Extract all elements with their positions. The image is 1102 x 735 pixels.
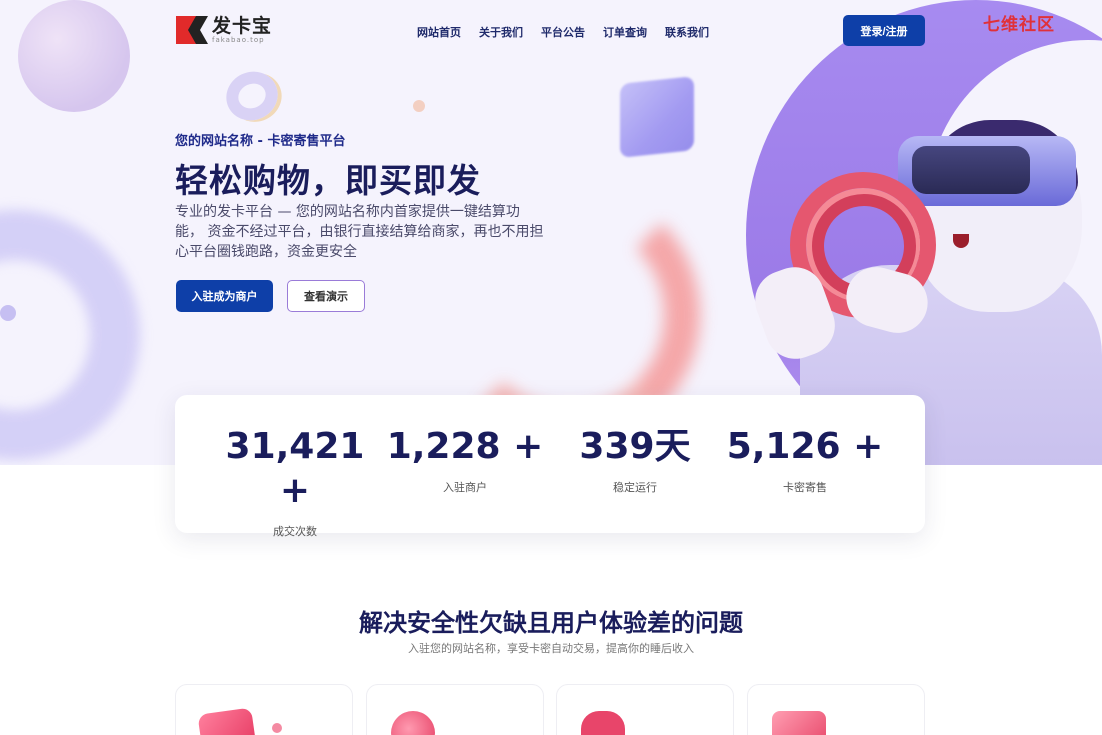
stat-value: 5,126 +	[726, 426, 884, 467]
site-logo[interactable]: 发卡宝 fakabao.top	[176, 14, 272, 46]
decor-dot-icon	[272, 723, 282, 733]
stat-card-consignments: 5,126 + 卡密寄售	[720, 425, 890, 495]
main-nav: 网站首页 关于我们 平台公告 订单查询 联系我们	[417, 24, 709, 40]
logo-icon	[176, 14, 208, 46]
feature-card[interactable]	[366, 684, 544, 735]
login-register-button[interactable]: 登录/注册	[843, 15, 925, 46]
purple-dot-decoration	[0, 305, 16, 321]
feature-card-icon	[391, 711, 435, 735]
watermark-text: 七维社区	[983, 15, 1055, 35]
sphere-decoration	[18, 0, 130, 112]
small-ring-decoration	[218, 63, 286, 129]
stat-label: 成交次数	[273, 525, 317, 538]
view-demo-button[interactable]: 查看演示	[287, 280, 365, 312]
hero-description: 专业的发卡平台 — 您的网站名称内首家提供一键结算功能， 资金不经过平台，由银行…	[175, 204, 544, 260]
stat-label: 入驻商户	[443, 481, 487, 494]
logo-name: 发卡宝	[212, 15, 273, 37]
logo-domain: fakabao.top	[212, 36, 265, 44]
become-merchant-button[interactable]: 入驻成为商户	[176, 280, 273, 312]
feature-card[interactable]	[175, 684, 353, 735]
stat-value: 339天	[579, 426, 691, 467]
hero-subtitle: 您的网站名称 - 卡密寄售平台	[175, 134, 346, 149]
large-ring-decoration	[0, 210, 140, 460]
nav-item-about[interactable]: 关于我们	[479, 24, 523, 40]
stat-value: 31,421 +	[225, 426, 365, 511]
stats-card: 31,421 + 成交次数 1,228 + 入驻商户 339天 稳定运行 5,1…	[175, 395, 925, 538]
feature-card-icon	[772, 711, 826, 735]
feature-card-icon	[197, 707, 257, 735]
stat-transactions: 31,421 + 成交次数	[210, 425, 380, 539]
stat-uptime: 339天 稳定运行	[550, 425, 720, 495]
stat-label: 稳定运行	[613, 481, 657, 494]
nav-item-announcements[interactable]: 平台公告	[541, 24, 585, 40]
stat-merchants: 1,228 + 入驻商户	[380, 425, 550, 495]
peach-dot-decoration	[413, 100, 425, 112]
hero-title: 轻松购物，即买即发	[175, 161, 481, 200]
cube-decoration	[620, 76, 694, 158]
section-subtitle: 入驻您的网站名称，享受卡密自动交易，提高你的睡后收入	[408, 642, 694, 655]
vr-visor-illustration	[912, 146, 1030, 194]
feature-card[interactable]	[747, 684, 925, 735]
nav-item-contact[interactable]: 联系我们	[665, 24, 709, 40]
nav-item-order-query[interactable]: 订单查询	[603, 24, 647, 40]
stat-label: 卡密寄售	[783, 481, 827, 494]
stat-value: 1,228 +	[386, 426, 544, 467]
section-title: 解决安全性欠缺且用户体验差的问题	[359, 609, 743, 637]
nav-item-home[interactable]: 网站首页	[417, 24, 461, 40]
feature-card[interactable]	[556, 684, 734, 735]
feature-card-icon	[581, 711, 625, 735]
